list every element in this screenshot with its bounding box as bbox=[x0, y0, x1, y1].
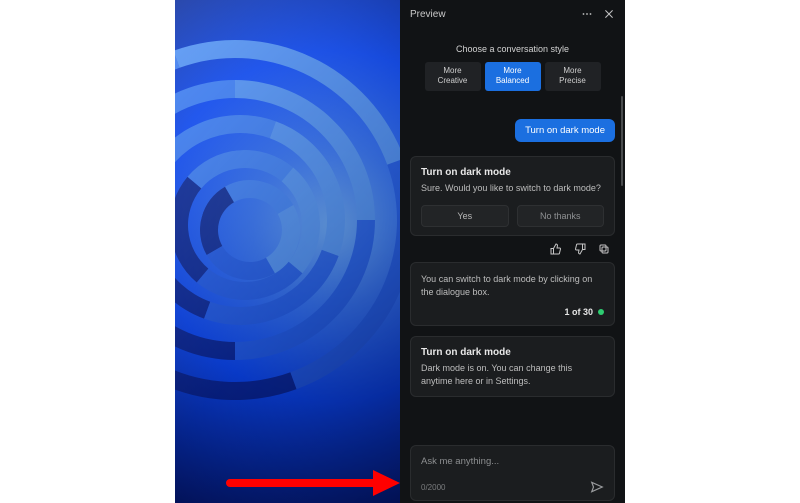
no-thanks-button[interactable]: No thanks bbox=[517, 205, 605, 227]
style-option-line1: More bbox=[425, 66, 481, 76]
close-icon[interactable] bbox=[601, 6, 617, 22]
response-body: Sure. Would you like to switch to dark m… bbox=[421, 182, 604, 195]
panel-title: Preview bbox=[410, 9, 573, 20]
thumbs-up-icon[interactable] bbox=[549, 242, 563, 256]
confirm-row: Yes No thanks bbox=[421, 205, 604, 227]
turn-counter: 1 of 30 bbox=[421, 307, 604, 317]
style-option-creative[interactable]: More Creative bbox=[425, 62, 481, 91]
response-card-2: You can switch to dark mode by clicking … bbox=[410, 262, 615, 326]
style-option-balanced[interactable]: More Balanced bbox=[485, 62, 541, 91]
copilot-panel: Preview Choose a conversation style More… bbox=[400, 0, 625, 503]
response-body: Dark mode is on. You can change this any… bbox=[421, 362, 604, 388]
style-option-precise[interactable]: More Precise bbox=[545, 62, 601, 91]
response-body: You can switch to dark mode by clicking … bbox=[421, 273, 604, 299]
chat-input-placeholder: Ask me anything... bbox=[421, 456, 604, 470]
style-option-line1: More bbox=[545, 66, 601, 76]
style-option-line2: Precise bbox=[545, 76, 601, 86]
scrollbar[interactable] bbox=[621, 96, 623, 186]
user-message-bubble: Turn on dark mode bbox=[515, 119, 615, 142]
send-icon[interactable] bbox=[590, 480, 604, 494]
more-icon[interactable] bbox=[579, 6, 595, 22]
turn-counter-text: 1 of 30 bbox=[564, 307, 593, 317]
desktop-wallpaper bbox=[175, 0, 400, 503]
style-picker: More Creative More Balanced More Precise bbox=[410, 62, 615, 91]
status-dot-icon bbox=[598, 309, 604, 315]
response-card-3: Turn on dark mode Dark mode is on. You c… bbox=[410, 336, 615, 397]
thumbs-down-icon[interactable] bbox=[573, 242, 587, 256]
char-counter: 0/2000 bbox=[421, 483, 445, 492]
style-heading: Choose a conversation style bbox=[410, 44, 615, 54]
panel-body: Choose a conversation style More Creativ… bbox=[400, 26, 625, 445]
response-title: Turn on dark mode bbox=[421, 347, 604, 358]
yes-button[interactable]: Yes bbox=[421, 205, 509, 227]
feedback-row bbox=[410, 242, 611, 256]
copy-icon[interactable] bbox=[597, 242, 611, 256]
panel-header: Preview bbox=[400, 0, 625, 26]
style-option-line1: More bbox=[485, 66, 541, 76]
chat-input[interactable]: Ask me anything... 0/2000 bbox=[410, 445, 615, 501]
response-card-1: Turn on dark mode Sure. Would you like t… bbox=[410, 156, 615, 236]
user-message-row: Turn on dark mode bbox=[410, 119, 615, 142]
style-option-line2: Balanced bbox=[485, 76, 541, 86]
style-option-line2: Creative bbox=[425, 76, 481, 86]
response-title: Turn on dark mode bbox=[421, 167, 604, 178]
